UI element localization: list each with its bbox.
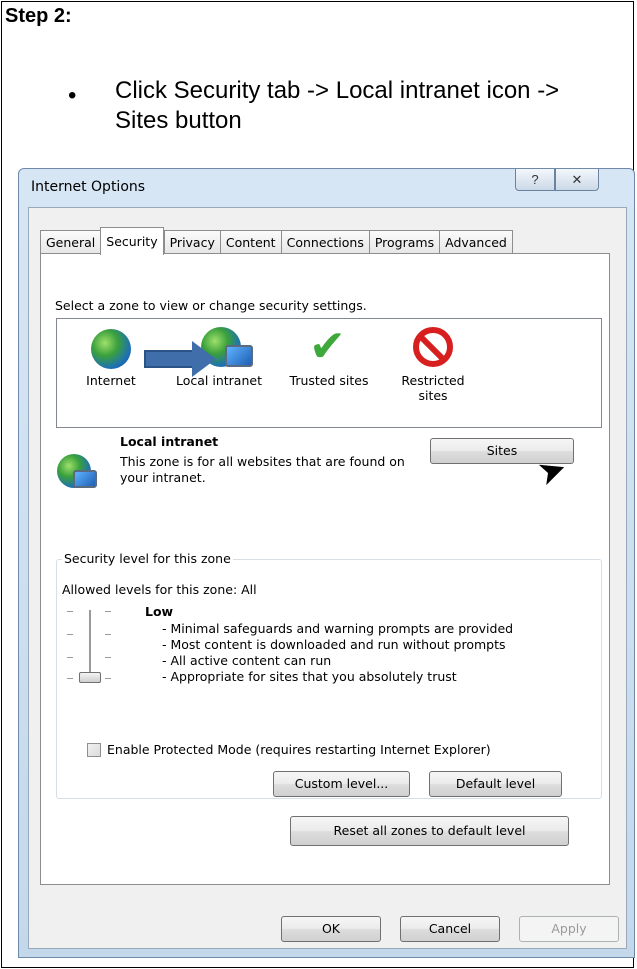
ok-button[interactable]: OK [281,916,381,942]
cancel-button[interactable]: Cancel [400,916,500,942]
tab-privacy[interactable]: Privacy [163,230,220,254]
allowed-levels-text: Allowed levels for this zone: All [62,582,257,597]
prohibited-icon [413,327,453,367]
slider-tick [67,611,73,612]
zone-name: Trusted sites [289,373,369,388]
default-level-button[interactable]: Default level [429,771,562,797]
apply-button[interactable]: Apply [519,916,619,942]
instruction-text: Click Security tab -> Local intranet ico… [115,77,560,134]
level-name: Low [145,604,174,619]
annotation-arrow-head [192,341,216,377]
step-title: Step 2: [5,5,72,27]
bullet-icon: • [68,82,77,109]
dialog-client-area: General Security Privacy Content Connect… [28,207,627,949]
zone-detail-title: Local intranet [120,434,219,449]
tab-connections[interactable]: Connections [280,230,369,254]
protected-mode-checkbox[interactable] [87,743,101,757]
security-tab-panel: Select a zone to view or change security… [40,253,610,885]
zone-name: Local intranet [176,373,262,388]
level-point: - All active content can run [162,653,332,668]
internet-options-dialog: Internet Options ? ✕ General Security Pr… [18,168,635,958]
slider-tick [67,657,73,658]
slider-tick [105,678,111,679]
zone-detail-description: This zone is for all websites that are f… [120,454,405,485]
slider-tick [105,611,111,612]
tab-advanced[interactable]: Advanced [439,230,513,254]
close-button[interactable]: ✕ [555,169,599,191]
tab-general[interactable]: General [40,230,101,254]
tab-strip: General Security Privacy Content Connect… [40,227,513,255]
zone-internet[interactable]: Internet [61,319,161,419]
reset-all-zones-button[interactable]: Reset all zones to default level [290,816,569,846]
level-point: - Minimal safeguards and warning prompts… [162,621,514,636]
zone-name: Internet [86,373,136,388]
tab-content[interactable]: Content [219,230,281,254]
slider-tick [105,657,111,658]
dialog-title: Internet Options [31,179,146,195]
zone-trusted-sites[interactable]: ✔ Trusted sites [279,319,379,419]
slider-thumb[interactable] [79,672,101,683]
zone-list: Internet Local intranet ✔ Trusted sites … [56,318,602,428]
slider-tick [67,634,73,635]
tab-security[interactable]: Security [100,227,164,255]
slider-tick [67,678,73,679]
level-description: - Minimal safeguards and warning prompts… [162,621,513,685]
monitor-icon [73,470,97,488]
monitor-icon [225,345,253,367]
tab-programs[interactable]: Programs [368,230,440,254]
custom-level-button[interactable]: Custom level... [273,771,410,797]
zone-local-intranet[interactable]: Local intranet [165,319,273,419]
zone-restricted-sites[interactable]: Restricted sites [383,319,483,419]
level-point: - Most content is downloaded and run wit… [162,637,506,652]
level-point: - Appropriate for sites that you absolut… [162,669,457,684]
security-level-slider[interactable] [89,610,91,680]
zone-prompt: Select a zone to view or change security… [55,298,367,313]
annotation-arrow [144,350,194,368]
zone-name: Restricted sites [401,373,465,403]
globe-icon [91,329,131,369]
security-level-legend: Security level for this zone [62,551,233,566]
slider-tick [105,634,111,635]
protected-mode-label[interactable]: Enable Protected Mode (requires restarti… [107,742,491,757]
checkmark-icon: ✔ [309,321,346,372]
help-button[interactable]: ? [515,169,555,191]
